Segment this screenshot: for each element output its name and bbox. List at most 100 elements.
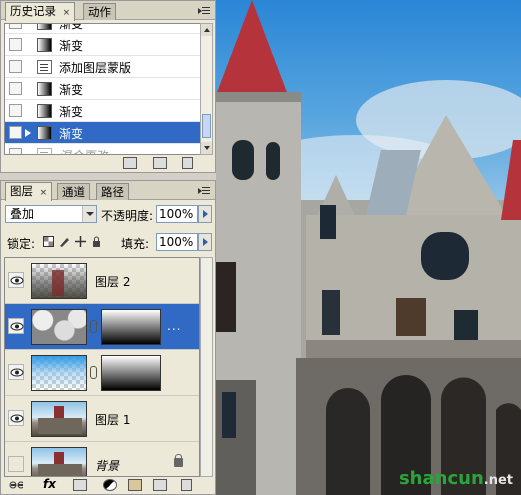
history-item-selected[interactable]: 渐变 xyxy=(5,122,200,144)
document-icon xyxy=(37,60,52,74)
visibility-eye-icon[interactable] xyxy=(8,364,24,380)
create-document-icon[interactable] xyxy=(123,157,137,169)
history-item[interactable]: 渐变 xyxy=(5,34,200,56)
history-footer xyxy=(1,154,215,172)
fill-slider-arrow-icon[interactable] xyxy=(198,233,212,251)
visibility-eye-icon[interactable] xyxy=(8,318,24,334)
chevron-down-icon[interactable] xyxy=(82,206,96,222)
lock-icon xyxy=(174,454,183,467)
layer-row[interactable]: 背景 xyxy=(5,442,199,476)
history-item[interactable]: 添加图层蒙版 xyxy=(5,56,200,78)
layer-list: 图层 2 ... 图层 1 背景 xyxy=(4,257,200,477)
lock-image-pixels-icon[interactable] xyxy=(59,236,70,247)
layers-panel: 图层 × 通道 路径 叠加 不透明度: 100% 锁定: 填充: 100% 图层… xyxy=(0,180,216,495)
history-item[interactable]: 渐变 xyxy=(5,23,200,34)
new-snapshot-icon[interactable] xyxy=(153,157,167,169)
panel-menu-icon[interactable] xyxy=(198,185,211,196)
layer-row[interactable]: 图层 2 xyxy=(5,258,199,304)
tab-actions-label: 动作 xyxy=(88,5,111,19)
history-state-pointer-icon xyxy=(25,129,31,137)
layers-footer: fx xyxy=(1,476,215,494)
new-layer-icon[interactable] xyxy=(153,479,167,491)
gradient-icon xyxy=(37,104,52,118)
opacity-input[interactable]: 100% xyxy=(156,205,212,223)
trash-icon[interactable] xyxy=(181,479,192,491)
layer-thumbnail xyxy=(31,263,87,299)
tab-channels-label: 通道 xyxy=(62,185,85,199)
fx-icon[interactable]: fx xyxy=(43,477,56,491)
lock-all-icon[interactable] xyxy=(91,236,102,247)
layer-thumbnail xyxy=(31,401,87,437)
watermark-main: shancun xyxy=(398,468,484,489)
opacity-value: 100% xyxy=(159,207,194,221)
castle-photo xyxy=(216,0,521,495)
scroll-thumb[interactable] xyxy=(202,114,211,138)
layer-thumbnail xyxy=(31,447,87,476)
fill-value: 100% xyxy=(159,235,194,249)
lock-transparent-pixels-icon[interactable] xyxy=(43,236,54,247)
scroll-up-icon[interactable] xyxy=(201,24,212,36)
gradient-icon xyxy=(37,126,52,140)
snapshot-source-checkbox[interactable] xyxy=(9,24,22,29)
layer-thumbnail xyxy=(31,309,87,345)
history-item[interactable]: 渐变 xyxy=(5,100,200,122)
tab-history[interactable]: 历史记录 × xyxy=(5,2,76,21)
history-item[interactable]: 渐变 xyxy=(5,78,200,100)
blend-mode-value: 叠加 xyxy=(10,207,35,221)
group-icon[interactable] xyxy=(128,479,142,491)
visibility-eye-icon[interactable] xyxy=(8,272,24,288)
layer-name: 图层 2 xyxy=(95,275,131,289)
layer-thumbnail xyxy=(31,355,87,391)
adjustment-icon[interactable] xyxy=(103,479,117,491)
tab-actions[interactable]: 动作 xyxy=(83,3,116,20)
blend-mode-select[interactable]: 叠加 xyxy=(5,205,97,223)
trash-icon[interactable] xyxy=(182,157,193,169)
layers-tabstrip: 图层 × 通道 路径 xyxy=(1,181,215,201)
gradient-icon xyxy=(37,24,52,30)
history-item-label: 渐变 xyxy=(59,105,84,119)
layer-mask-thumbnail[interactable] xyxy=(101,309,161,345)
history-item-label: 添加图层蒙版 xyxy=(59,61,132,75)
layer-name: 背景 xyxy=(95,459,120,473)
history-item-label: 渐变 xyxy=(59,127,84,141)
mask-link-icon[interactable] xyxy=(90,320,97,333)
lock-position-icon[interactable] xyxy=(75,236,86,247)
lock-label: 锁定: xyxy=(7,237,36,251)
history-item-label: 渐变 xyxy=(59,23,84,31)
link-icon[interactable] xyxy=(9,479,23,491)
tab-history-label: 历史记录 xyxy=(10,4,56,18)
tab-paths-label: 路径 xyxy=(101,185,124,199)
history-scrollbar[interactable] xyxy=(200,23,213,155)
layer-name: 图层 1 xyxy=(95,413,131,427)
snapshot-source-checkbox[interactable] xyxy=(9,60,22,73)
visibility-eye-icon[interactable] xyxy=(8,410,24,426)
layer-mask-thumbnail[interactable] xyxy=(101,355,161,391)
close-icon[interactable]: × xyxy=(63,8,71,18)
tab-layers-label: 图层 xyxy=(10,184,33,198)
snapshot-source-checkbox[interactable] xyxy=(9,104,22,117)
mask-link-icon[interactable] xyxy=(90,366,97,379)
gradient-icon xyxy=(37,38,52,52)
layer-row[interactable]: 图层 1 xyxy=(5,396,199,442)
tab-paths[interactable]: 路径 xyxy=(96,183,129,200)
opacity-slider-arrow-icon[interactable] xyxy=(198,205,212,223)
layers-scrollbar[interactable] xyxy=(200,257,213,477)
layer-row-selected[interactable]: ... xyxy=(5,304,199,350)
panel-menu-icon[interactable] xyxy=(198,5,211,16)
history-list: 渐变 渐变 添加图层蒙版 渐变 渐变 渐变 xyxy=(4,23,201,155)
tab-channels[interactable]: 通道 xyxy=(57,183,90,200)
visibility-toggle-empty[interactable] xyxy=(8,456,24,472)
scroll-down-icon[interactable] xyxy=(201,142,212,154)
fill-label: 填充: xyxy=(121,237,150,251)
layer-row[interactable] xyxy=(5,350,199,396)
fill-input[interactable]: 100% xyxy=(156,233,212,251)
watermark-suffix: .net xyxy=(483,473,513,488)
history-panel: 历史记录 × 动作 渐变 渐变 添加图层蒙版 渐变 渐变 渐变 xyxy=(0,0,216,173)
close-icon[interactable]: × xyxy=(40,188,48,198)
canvas-image: shancun.net xyxy=(216,0,521,495)
snapshot-source-checkbox[interactable] xyxy=(9,126,22,139)
snapshot-source-checkbox[interactable] xyxy=(9,38,22,51)
add-mask-icon[interactable] xyxy=(73,479,87,491)
tab-layers[interactable]: 图层 × xyxy=(5,182,53,201)
snapshot-source-checkbox[interactable] xyxy=(9,82,22,95)
